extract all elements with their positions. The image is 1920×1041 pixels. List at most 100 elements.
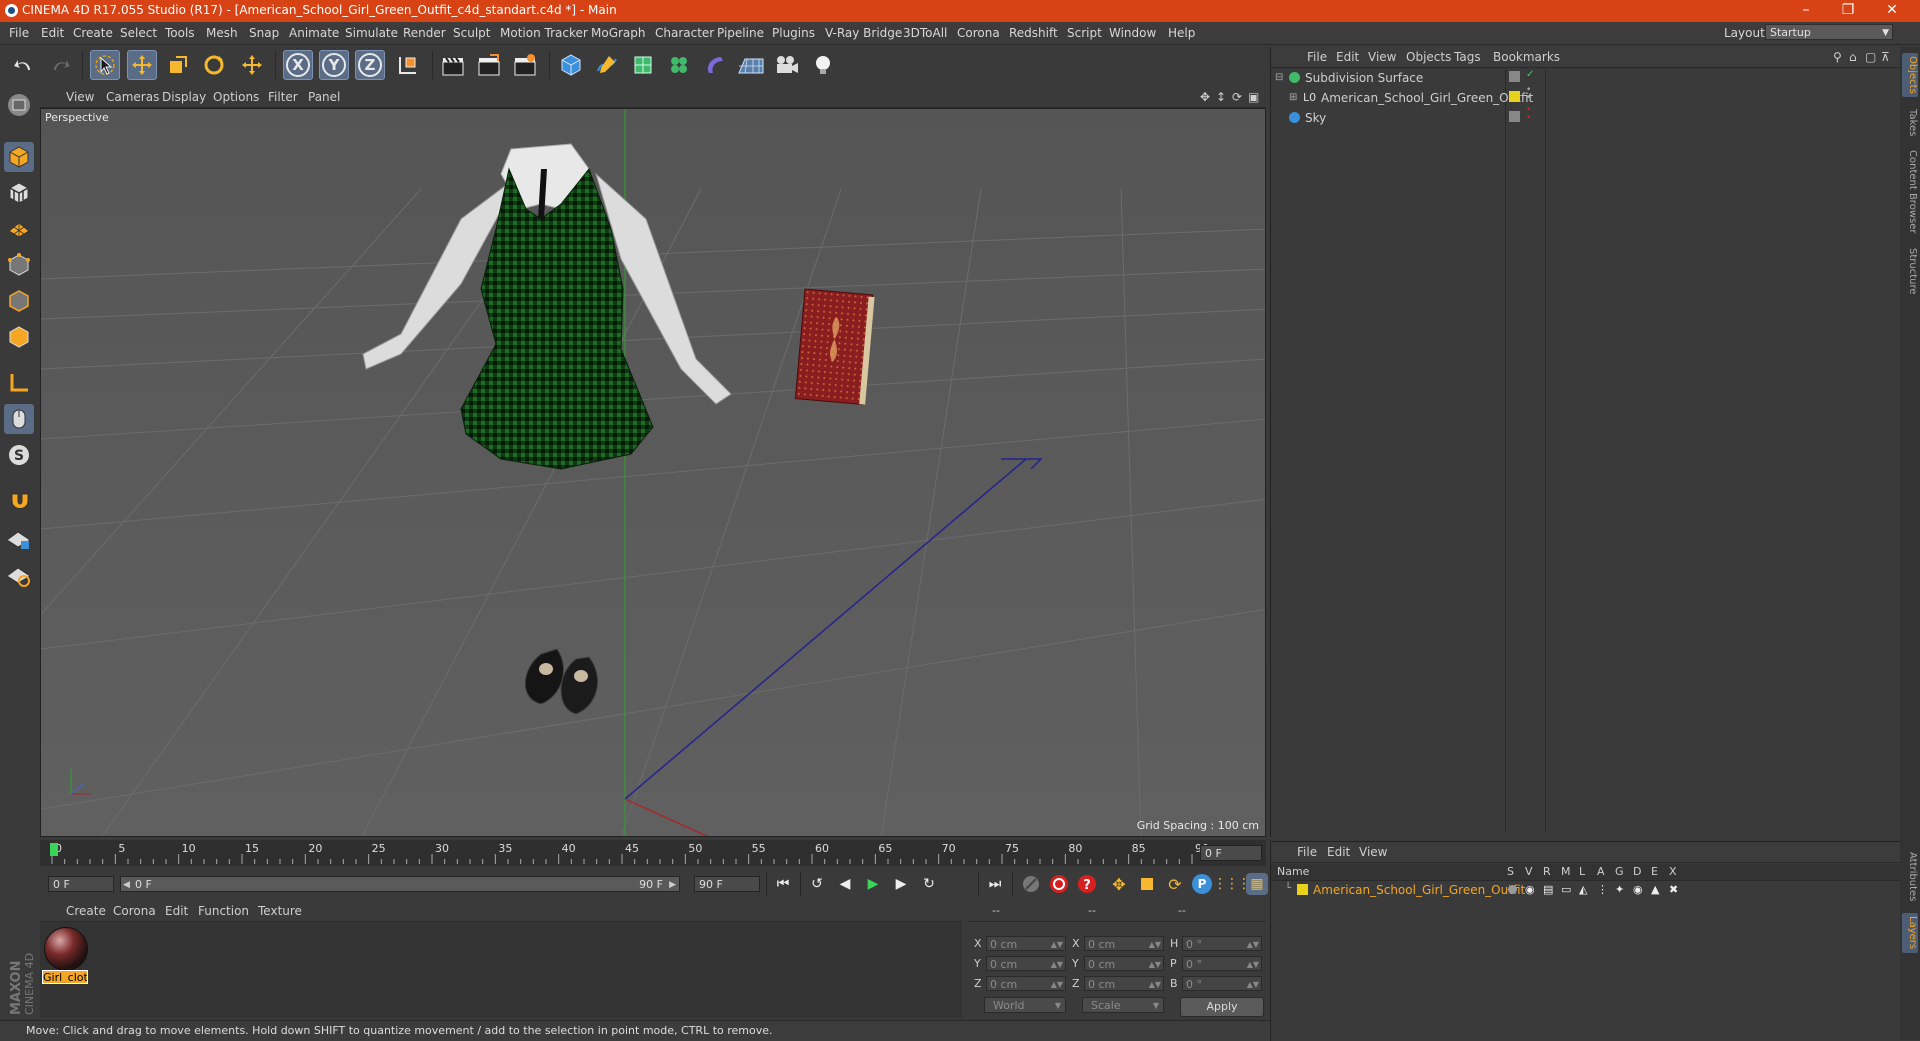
tab-objects[interactable]: Objects (1902, 53, 1918, 97)
rotation-p-field[interactable]: 0 ° ▲▼ (1182, 956, 1262, 971)
viewport-toggle-icon[interactable]: ▣ (1248, 90, 1259, 104)
record-active-objects-button[interactable] (1048, 873, 1070, 895)
layer-color-icon[interactable] (1509, 111, 1520, 122)
previous-frame-button[interactable]: ◀ (834, 873, 856, 895)
lm-menu-file[interactable]: File (1297, 845, 1317, 859)
viewport-menu-cameras[interactable]: Cameras (106, 90, 159, 104)
layer-color-icon[interactable] (1509, 91, 1520, 102)
viewport-menu-options[interactable]: Options (213, 90, 259, 104)
viewport-zoom-icon[interactable]: ↕ (1216, 90, 1226, 104)
viewport-menu-filter[interactable]: Filter (268, 90, 298, 104)
viewport-menu-panel[interactable]: Panel (308, 90, 340, 104)
object-row-sky[interactable]: Sky • • (1271, 106, 1901, 127)
key-position-button[interactable]: ✥ (1108, 873, 1130, 895)
expand-icon[interactable]: ⊞ (1289, 92, 1297, 103)
tab-takes[interactable]: Takes (1902, 105, 1918, 141)
autokeying-button[interactable]: ? (1076, 873, 1098, 895)
menu-snap[interactable]: Snap (249, 26, 279, 40)
menu-tools[interactable]: Tools (165, 26, 195, 40)
size-y-field[interactable]: 0 cm ▲▼ (1084, 956, 1164, 971)
close-button[interactable]: ✕ (1872, 0, 1912, 22)
add-spline-button[interactable] (592, 50, 622, 80)
key-rotation-button[interactable]: ⟳ (1164, 873, 1186, 895)
viewport-menu-view[interactable]: View (66, 90, 94, 104)
size-x-field[interactable]: 0 cm ▲▼ (1084, 936, 1164, 951)
timeline-window-button[interactable]: ▦ (1246, 873, 1268, 895)
menu-script[interactable]: Script (1067, 26, 1102, 40)
menu-redshift[interactable]: Redshift (1009, 26, 1058, 40)
tweak-mode-button[interactable] (4, 404, 34, 434)
lm-menu-view[interactable]: View (1359, 845, 1387, 859)
render-to-picture-viewer-button[interactable] (474, 50, 504, 80)
x-axis-lock-button[interactable]: X (283, 50, 313, 80)
tab-structure[interactable]: Structure (1902, 243, 1918, 299)
snap-button[interactable] (4, 486, 34, 516)
scale-tool-button[interactable] (163, 50, 193, 80)
add-camera-button[interactable] (772, 50, 802, 80)
menu-window[interactable]: Window (1109, 26, 1156, 40)
material-menu-corona[interactable]: Corona (113, 904, 156, 918)
3d-viewport[interactable]: Perspective Grid Spacing : 100 cm (40, 108, 1266, 837)
object-row-subdivision-surface[interactable]: ⊟ Subdivision Surface ✓ (1271, 69, 1901, 87)
xref-toggle-icon[interactable]: ✖ (1669, 883, 1678, 896)
timeline-ticks[interactable]: 051015202530354045505560657075808590 (50, 840, 1209, 866)
rotation-h-field[interactable]: 0 ° ▲▼ (1182, 936, 1262, 951)
size-z-field[interactable]: 0 cm ▲▼ (1084, 976, 1164, 991)
menu-character[interactable]: Character (655, 26, 714, 40)
playhead[interactable] (50, 843, 58, 856)
layer-row[interactable]: └ American_School_Girl_Green_Outfit ◉ ▤ … (1271, 881, 1901, 899)
rotate-tool-button[interactable] (199, 50, 229, 80)
om-menu-bookmarks[interactable]: Bookmarks (1493, 50, 1560, 64)
polygons-mode-button[interactable] (4, 322, 34, 352)
om-menu-view[interactable]: View (1368, 50, 1396, 64)
make-editable-button[interactable] (4, 90, 34, 120)
render-toggle-icon[interactable]: ▤ (1543, 883, 1553, 896)
material-menu-function[interactable]: Function (198, 904, 249, 918)
tab-attributes[interactable]: Attributes (1902, 847, 1918, 907)
start-frame-field[interactable]: 0 F (48, 876, 114, 892)
om-new-view-icon[interactable]: ▢ (1865, 50, 1876, 64)
om-menu-tags[interactable]: Tags (1454, 50, 1481, 64)
layout-dropdown[interactable]: Startup ▼ (1765, 24, 1893, 40)
menu-mograph[interactable]: MoGraph (591, 26, 646, 40)
position-z-field[interactable]: 0 cm ▲▼ (986, 976, 1066, 991)
key-scale-button[interactable] (1136, 873, 1158, 895)
restore-button[interactable]: ❐ (1828, 0, 1868, 22)
minimize-button[interactable]: – (1786, 0, 1826, 22)
menu-create[interactable]: Create (73, 26, 113, 40)
lm-menu-edit[interactable]: Edit (1327, 845, 1350, 859)
redo-button[interactable] (45, 50, 75, 80)
expression-toggle-icon[interactable]: ▲ (1651, 883, 1659, 896)
eye-icon[interactable]: ◉ (1525, 883, 1535, 896)
points-mode-button[interactable] (4, 250, 34, 280)
object-row-outfit[interactable]: ⊞ L0 American_School_Girl_Green_Outfit •… (1271, 86, 1901, 107)
render-settings-button[interactable] (510, 50, 540, 80)
add-cloner-button[interactable] (664, 50, 694, 80)
menu-corona[interactable]: Corona (957, 26, 1000, 40)
menu-vray-bridge[interactable]: V-Ray Bridge (825, 26, 902, 40)
rotation-b-field[interactable]: 0 ° ▲▼ (1182, 976, 1262, 991)
key-parameter-button[interactable]: P (1192, 874, 1212, 894)
goto-end-button[interactable]: ⏭ (984, 873, 1006, 895)
visibility-dots-icon[interactable]: • • (1526, 86, 1531, 103)
menu-motion-tracker[interactable]: Motion Tracker (500, 26, 588, 40)
menu-select[interactable]: Select (120, 26, 157, 40)
enabled-check-icon[interactable]: ✓ (1526, 69, 1534, 80)
end-frame-field[interactable]: 90 F (694, 876, 760, 892)
motion-recording-button[interactable] (1020, 873, 1042, 895)
om-search-icon[interactable]: ⚲ (1833, 50, 1842, 64)
frame-range-slider[interactable]: ◀ 0 F 90 F ▶ (120, 876, 680, 892)
workplane-axis-button[interactable] (4, 560, 34, 590)
add-deformer-button[interactable] (700, 50, 730, 80)
manager-toggle-icon[interactable]: ▭ (1561, 883, 1571, 896)
apply-button[interactable]: Apply (1180, 997, 1264, 1017)
lock-icon[interactable]: ◭ (1579, 883, 1587, 896)
add-subdivision-surface-button[interactable] (628, 50, 658, 80)
transform-tool-button[interactable] (237, 50, 267, 80)
edges-mode-button[interactable] (4, 286, 34, 316)
current-frame-field[interactable]: 0 F (1200, 845, 1262, 861)
menu-plugins[interactable]: Plugins (772, 26, 815, 40)
layer-color-icon[interactable] (1509, 71, 1520, 82)
lock-workplane-button[interactable] (4, 524, 34, 554)
om-menu-edit[interactable]: Edit (1336, 50, 1359, 64)
